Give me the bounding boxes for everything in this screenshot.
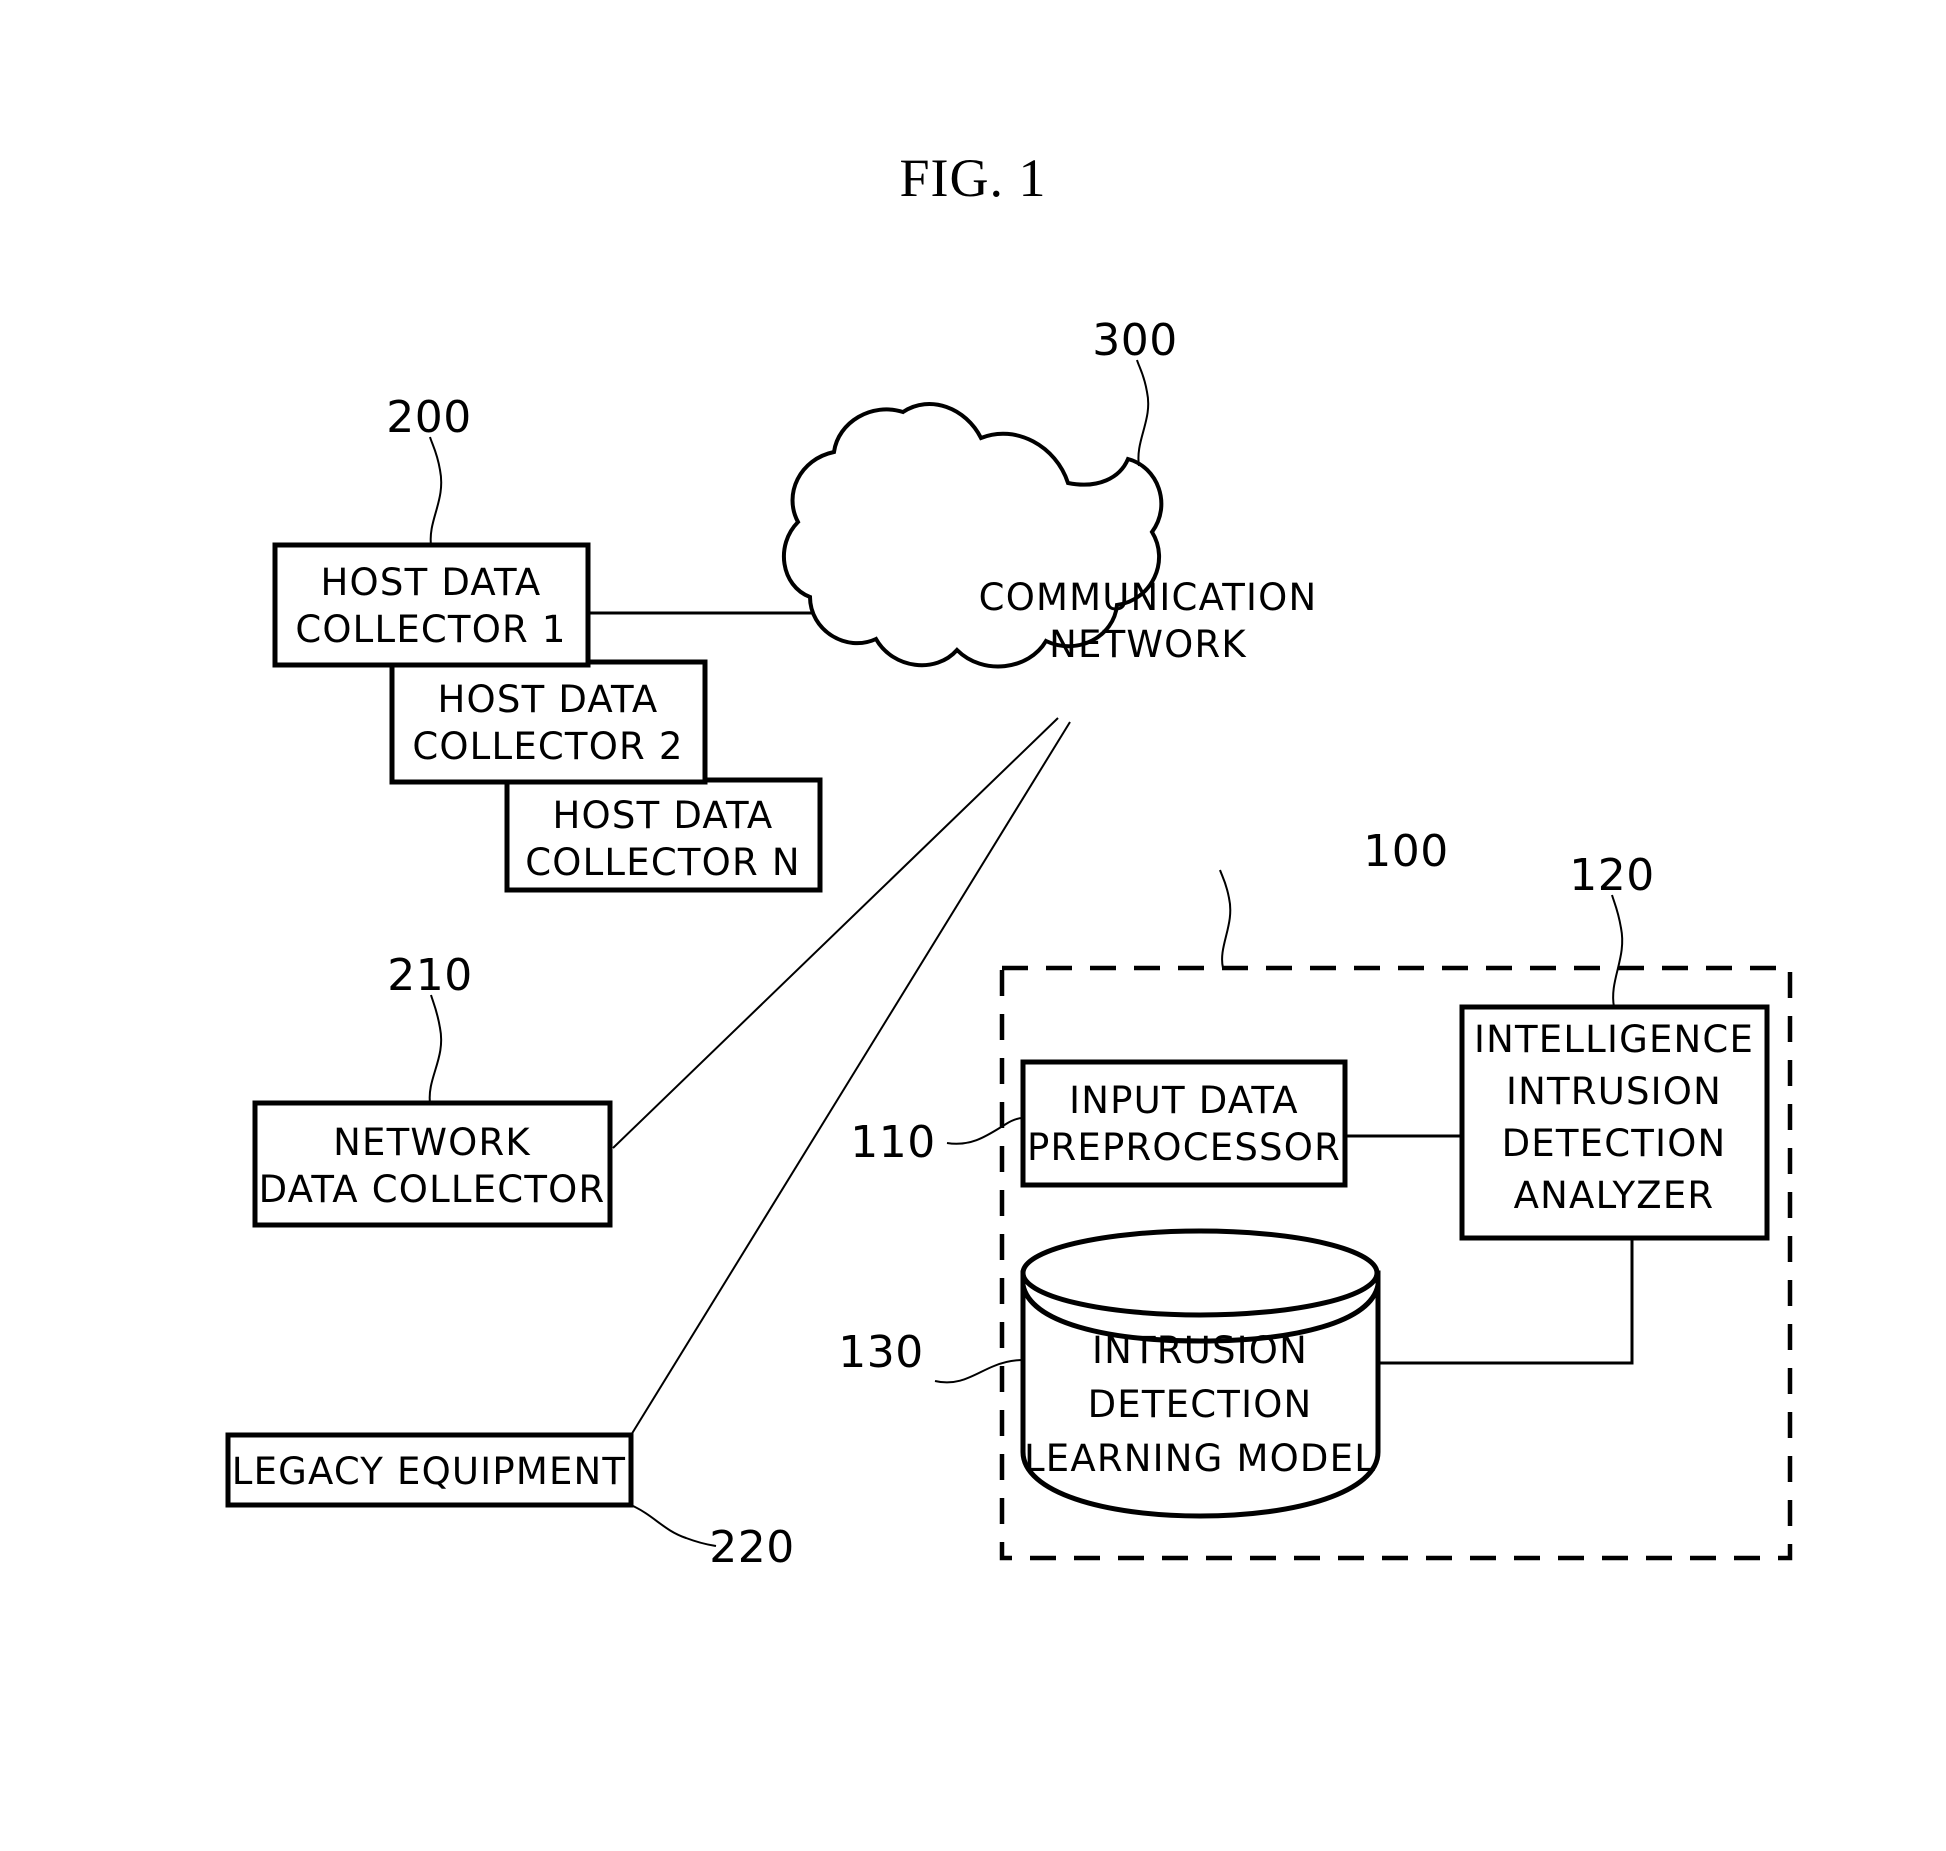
leader-line-220 [630, 1504, 717, 1547]
node-network-data-collector[interactable]: NETWORK DATA COLLECTOR [252, 1100, 613, 1228]
legacy-equipment-label: LEGACY EQUIPMENT [232, 1450, 626, 1493]
analyzer-label-line3: DETECTION [1502, 1122, 1727, 1165]
leader-line-110 [946, 1117, 1024, 1145]
leader-line-210 [428, 994, 443, 1104]
node-host-data-collector-1[interactable]: HOST DATA COLLECTOR 1 [272, 542, 591, 668]
ref-number-200: 200 [386, 392, 471, 443]
host-collector-2-label-line1: HOST DATA [438, 678, 659, 721]
leader-line-300 [1136, 359, 1150, 467]
ref-number-300: 300 [1092, 315, 1177, 366]
learning-model-label-line2: DETECTION [1088, 1383, 1313, 1426]
ref-number-130: 130 [838, 1327, 923, 1378]
analyzer-label-line1: INTELLIGENCE [1474, 1018, 1754, 1061]
cylinder-top [1020, 1228, 1380, 1318]
node-communication-network[interactable]: COMMUNICATION NETWORK [782, 402, 1318, 669]
leader-line-200 [429, 436, 443, 546]
input-data-preprocessor-label-line2: PREPROCESSOR [1027, 1126, 1341, 1169]
figure-title: FIG. 1 [899, 148, 1046, 208]
node-host-data-collector-n[interactable]: HOST DATA COLLECTOR N [504, 777, 823, 893]
host-collector-2-label-line2: COLLECTOR 2 [412, 725, 683, 768]
node-intelligence-intrusion-detection-analyzer[interactable]: INTELLIGENCE INTRUSION DETECTION ANALYZE… [1459, 1004, 1770, 1241]
network-data-collector-label-line2: DATA COLLECTOR [259, 1168, 606, 1211]
learning-model-label-line1: INTRUSION [1092, 1329, 1308, 1372]
leader-line-130 [934, 1359, 1024, 1384]
host-collector-n-label-line2: COLLECTOR N [525, 841, 800, 884]
analyzer-label-line4: ANALYZER [1514, 1174, 1715, 1217]
network-data-collector-label-line1: NETWORK [333, 1121, 531, 1164]
host-collector-n-label-line1: HOST DATA [553, 794, 774, 837]
patent-diagram-canvas: FIG. 1 HOST DATA COLLECTOR N HOST DATA C… [225, 148, 1793, 1573]
ref-number-120: 120 [1569, 850, 1654, 901]
communication-network-label-line1: COMMUNICATION [979, 576, 1318, 619]
learning-model-label-line3: LEARNING MODEL [1024, 1437, 1376, 1480]
node-legacy-equipment[interactable]: LEGACY EQUIPMENT [225, 1432, 634, 1508]
node-host-data-collector-2[interactable]: HOST DATA COLLECTOR 2 [389, 659, 708, 785]
node-input-data-preprocessor[interactable]: INPUT DATA PREPROCESSOR [1020, 1059, 1348, 1188]
leader-line-120 [1611, 894, 1624, 1008]
ref-number-100: 100 [1363, 826, 1448, 877]
host-collector-1-label-line1: HOST DATA [321, 561, 542, 604]
input-data-preprocessor-label-line1: INPUT DATA [1069, 1079, 1299, 1122]
patent-figure-root: FIG. 1 HOST DATA COLLECTOR N HOST DATA C… [0, 0, 1946, 1851]
ref-number-110: 110 [850, 1117, 935, 1168]
communication-network-label-line2: NETWORK [1049, 623, 1247, 666]
node-intrusion-detection-learning-model[interactable]: INTRUSION DETECTION LEARNING MODEL [1020, 1228, 1381, 1519]
ref-number-220: 220 [709, 1522, 794, 1573]
connector-analyzer-to-model [1378, 1238, 1634, 1365]
host-collector-1-label-line2: COLLECTOR 1 [295, 608, 566, 651]
ref-number-210: 210 [387, 950, 472, 1001]
analyzer-label-line2: INTRUSION [1506, 1070, 1722, 1113]
leader-line-100 [1219, 869, 1232, 969]
